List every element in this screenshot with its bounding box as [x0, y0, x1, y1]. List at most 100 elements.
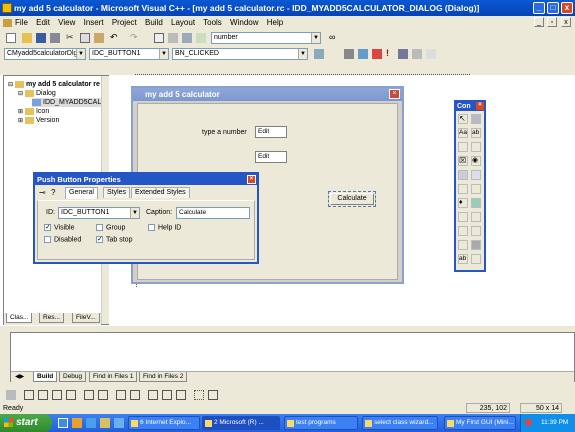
workspace-icon[interactable] [154, 33, 164, 43]
helpid-checkbox[interactable]: Help ID [148, 224, 181, 231]
class-combo[interactable]: CMyadd5calculatorDlg ▼ [4, 48, 86, 60]
number-edit[interactable]: Edit [255, 126, 287, 138]
progress-icon[interactable] [471, 198, 481, 208]
menu-file[interactable]: File [15, 18, 28, 27]
calculate-button[interactable]: Calculate [330, 193, 374, 205]
menu-window[interactable]: Window [230, 18, 258, 27]
menu-tools[interactable]: Tools [203, 18, 222, 27]
same-height-icon[interactable] [162, 390, 172, 400]
align-bottom-icon[interactable] [66, 390, 76, 400]
message-combo[interactable]: BN_CLICKED ▼ [172, 48, 308, 60]
task-test-programs[interactable]: test programs [284, 416, 358, 430]
hotkey-icon[interactable] [471, 212, 481, 222]
wizard-action-icon[interactable] [314, 49, 324, 59]
task-my-first-gui[interactable]: My First GUI (Mini... [444, 416, 516, 430]
task-select-class-wizard[interactable]: select class wizard... [362, 416, 438, 430]
palette-close-icon[interactable]: × [476, 102, 484, 110]
caption-field[interactable]: Calculate [176, 207, 250, 219]
menu-layout[interactable]: Layout [171, 18, 195, 27]
center-vertical-icon[interactable] [84, 390, 94, 400]
list-control-icon[interactable] [458, 226, 468, 236]
maximize-button[interactable]: □ [547, 2, 559, 14]
find-combo[interactable]: number ▼ [211, 32, 321, 44]
menu-view[interactable]: View [58, 18, 75, 27]
tab-general[interactable]: General [65, 187, 98, 199]
hand-icon[interactable] [426, 49, 436, 59]
same-width-icon[interactable] [148, 390, 158, 400]
check-box-icon[interactable]: ☒ [458, 156, 468, 166]
task-internet-explorer[interactable]: 6 Internet Explo... [128, 416, 200, 430]
show-desktop-icon[interactable] [86, 418, 96, 428]
menu-insert[interactable]: Insert [84, 18, 104, 27]
tree-control-icon[interactable] [471, 226, 481, 236]
tab-build[interactable]: Build [33, 372, 58, 382]
tab-find-in-files-2[interactable]: Find in Files 2 [139, 372, 188, 382]
type-number-label[interactable]: type a number [202, 129, 247, 136]
tab-control-icon[interactable] [458, 240, 468, 250]
redo-icon[interactable]: ↷ [130, 33, 140, 43]
pointer-icon[interactable]: ↖ [458, 114, 468, 124]
save-icon[interactable] [36, 33, 46, 43]
outlook-icon[interactable] [72, 418, 82, 428]
mdi-minimize-button[interactable]: _ [534, 17, 544, 27]
group-box-icon[interactable] [458, 142, 468, 152]
slider-icon[interactable] [458, 212, 468, 222]
menu-project[interactable]: Project [112, 18, 137, 27]
radio-button-icon[interactable]: ◉ [471, 156, 481, 166]
list-box-icon[interactable] [471, 170, 481, 180]
toggle-grid-icon[interactable] [194, 390, 204, 400]
animate-icon[interactable] [471, 240, 481, 250]
tab-find-in-files-1[interactable]: Find in Files 1 [89, 372, 138, 382]
go-icon[interactable] [398, 49, 408, 59]
mdi-close-button[interactable]: x [561, 17, 571, 27]
chevron-down-icon[interactable]: ▼ [311, 33, 320, 43]
visible-checkbox[interactable]: ✓ Visible [44, 224, 75, 231]
button-icon[interactable] [471, 142, 481, 152]
minimize-button[interactable]: _ [533, 2, 545, 14]
close-button[interactable]: x [561, 2, 573, 14]
tab-file-view[interactable]: FileV... [72, 313, 100, 323]
tray-icon[interactable] [525, 419, 532, 426]
window-list-icon[interactable] [182, 33, 192, 43]
chevron-down-icon[interactable]: ▼ [159, 49, 168, 59]
combo-box-icon[interactable] [458, 170, 468, 180]
space-down-icon[interactable] [130, 390, 140, 400]
align-left-icon[interactable] [24, 390, 34, 400]
compile-icon[interactable] [344, 49, 354, 59]
space-across-icon[interactable] [116, 390, 126, 400]
tab-class-view[interactable]: Clas... [6, 313, 33, 323]
build-icon[interactable] [358, 49, 368, 59]
picture-icon[interactable] [471, 114, 481, 124]
undo-icon[interactable]: ↶ [110, 33, 120, 43]
chevron-down-icon[interactable]: ▼ [298, 49, 307, 59]
copy-icon[interactable] [80, 33, 90, 43]
tab-scroll-icon[interactable]: ◀▶ [15, 373, 24, 380]
save-all-icon[interactable] [50, 33, 60, 43]
test-dialog-icon[interactable] [6, 390, 16, 400]
binoculars-icon[interactable]: ∞ [329, 33, 339, 43]
help-icon[interactable]: ? [51, 188, 55, 197]
tree-version[interactable]: ⊞ Version [18, 116, 59, 126]
group-checkbox[interactable]: Group [96, 224, 125, 231]
pin-icon[interactable]: ⊸ [39, 188, 46, 197]
align-top-icon[interactable] [52, 390, 62, 400]
tree-dialog-item[interactable]: IDD_MYADD5CAL [32, 98, 102, 107]
chevron-down-icon[interactable]: ▼ [130, 208, 139, 218]
open-icon[interactable] [22, 33, 32, 43]
tab-debug[interactable]: Debug [59, 372, 87, 382]
v-scroll-icon[interactable] [471, 184, 481, 194]
tab-resource-view[interactable]: Res... [39, 313, 64, 323]
stop-build-icon[interactable] [372, 49, 382, 59]
toggle-guides-icon[interactable] [208, 390, 218, 400]
menu-edit[interactable]: Edit [36, 18, 50, 27]
disabled-checkbox[interactable]: Disabled [44, 236, 81, 243]
id-combo[interactable]: IDC_BUTTON1 ▼ [89, 48, 169, 60]
cut-icon[interactable]: ✂ [66, 33, 76, 43]
new-file-icon[interactable] [6, 33, 16, 43]
calculate-button-selection[interactable]: Calculate [328, 191, 376, 207]
tab-styles[interactable]: Styles [103, 187, 131, 198]
id-field[interactable]: IDC_BUTTON1 ▼ [58, 207, 140, 219]
start-button[interactable]: start [0, 414, 52, 432]
task-microsoft[interactable]: 2 Microsoft (R) ... [202, 416, 280, 430]
mdi-restore-button[interactable]: ▫ [547, 17, 557, 27]
